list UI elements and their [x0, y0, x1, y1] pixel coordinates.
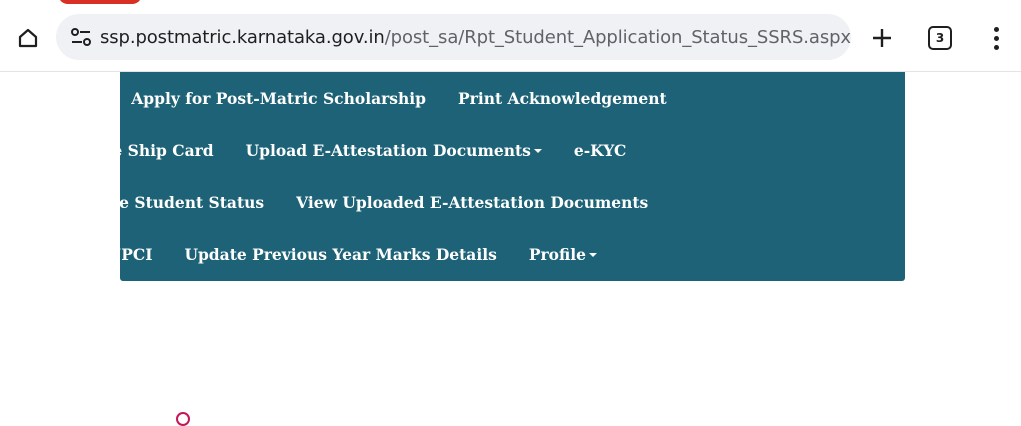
tab-switcher-button[interactable]: 3 [928, 26, 952, 50]
tune-icon [70, 28, 91, 46]
home-button[interactable] [10, 20, 46, 56]
recording-indicator [58, 0, 142, 4]
url-host: ssp.postmatric.karnataka.gov.in [99, 26, 385, 48]
address-bar[interactable]: ssp.postmatric.karnataka.gov.in/post_sa/… [56, 14, 851, 60]
browser-toolbar: ssp.postmatric.karnataka.gov.in/post_sa/… [0, 0, 1021, 72]
nav-check-npci[interactable]: Check NPCI [48, 245, 152, 264]
nav-upload-e-attestation-label: Upload E-Attestation Documents [245, 140, 531, 160]
nav-row-2: Get Free Ship Card Upload E-Attestation … [48, 124, 658, 176]
partial-icon [176, 412, 190, 426]
nav-view-uploaded-e-attestation[interactable]: View Uploaded E-Attestation Documents [296, 193, 648, 212]
nav-profile-label: Profile [528, 244, 587, 264]
nav-free-ship-card[interactable]: Get Free Ship Card [48, 141, 214, 160]
home-icon [18, 28, 38, 48]
nav-home[interactable]: Home [48, 89, 99, 108]
nav-profile[interactable]: Profile [528, 244, 598, 264]
plus-icon [873, 29, 891, 47]
nav-row-4: Check NPCI Update Previous Year Marks De… [48, 228, 629, 280]
nav-apply-post-matric[interactable]: Apply for Post-Matric Scholarship [131, 89, 426, 108]
url-text[interactable]: ssp.postmatric.karnataka.gov.in/post_sa/… [100, 27, 851, 48]
nav-update-marks[interactable]: Update Previous Year Marks Details [184, 245, 496, 264]
new-tab-button[interactable] [864, 20, 900, 56]
nav-row-3: Year wise Student Status View Uploaded E… [48, 176, 680, 228]
dropdown-caret-icon [533, 149, 542, 153]
dropdown-caret-icon [589, 253, 598, 257]
nav-print-acknowledgement[interactable]: Print Acknowledgement [458, 89, 667, 108]
more-vert-icon[interactable] [982, 20, 1010, 56]
nav-row-1: Home Apply for Post-Matric Scholarship P… [48, 72, 699, 124]
url-path: /post_sa/Rpt_Student_Application_Status_… [384, 26, 851, 48]
nav-e-kyc[interactable]: e-KYC [574, 141, 626, 160]
site-info-button[interactable] [62, 14, 100, 60]
nav-year-wise-status[interactable]: Year wise Student Status [48, 193, 264, 212]
nav-upload-e-attestation[interactable]: Upload E-Attestation Documents [246, 141, 542, 160]
